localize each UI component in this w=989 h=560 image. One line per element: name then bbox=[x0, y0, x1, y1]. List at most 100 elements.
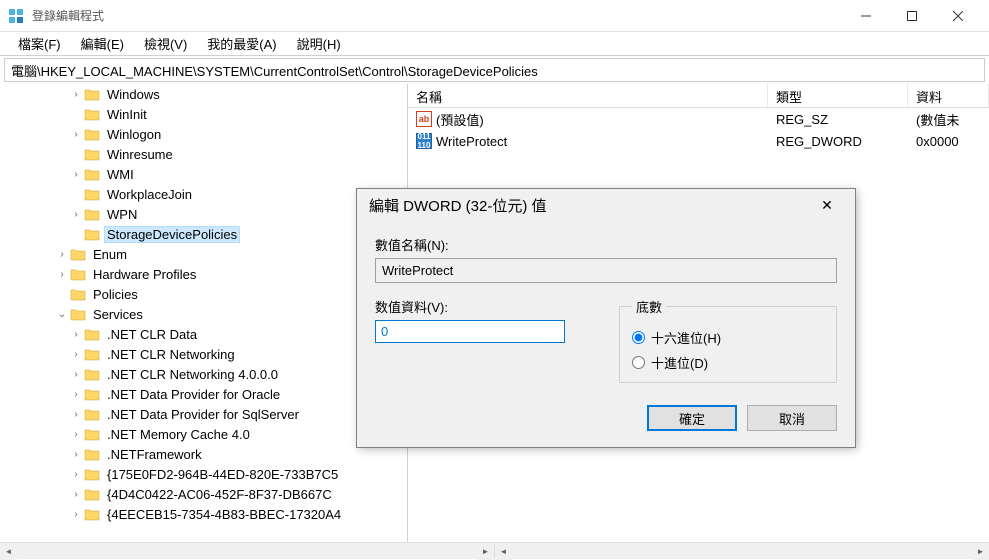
tree-label[interactable]: WPN bbox=[104, 206, 140, 223]
hex-radio-row[interactable]: 十六進位(H) bbox=[632, 328, 824, 347]
tree-label[interactable]: .NET Data Provider for Oracle bbox=[104, 386, 283, 403]
tree-item[interactable]: › .NET CLR Data bbox=[0, 324, 407, 344]
tree-item[interactable]: Policies bbox=[0, 284, 407, 304]
tree-item[interactable]: › {4EECEB15-7354-4B83-BBEC-17320A4 bbox=[0, 504, 407, 524]
tree-item[interactable]: ⌄ Services bbox=[0, 304, 407, 324]
tree-label[interactable]: Winresume bbox=[104, 146, 176, 163]
tree-label[interactable]: .NET Memory Cache 4.0 bbox=[104, 426, 253, 443]
tree-item[interactable]: › .NET CLR Networking 4.0.0.0 bbox=[0, 364, 407, 384]
tree-label[interactable]: WMI bbox=[104, 166, 137, 183]
tree-item[interactable]: › {175E0FD2-964B-44ED-820E-733B7C5 bbox=[0, 464, 407, 484]
col-name[interactable]: 名稱 bbox=[408, 84, 768, 107]
tree-label[interactable]: Winlogon bbox=[104, 126, 164, 143]
tree-toggle-icon[interactable]: › bbox=[70, 368, 82, 380]
tree-toggle-icon[interactable]: › bbox=[70, 128, 82, 140]
menu-file[interactable]: 檔案(F) bbox=[8, 32, 71, 55]
tree-toggle-icon[interactable] bbox=[70, 228, 82, 240]
value-name-label: 數值名稱(N): bbox=[375, 235, 837, 254]
tree-label[interactable]: {4EECEB15-7354-4B83-BBEC-17320A4 bbox=[104, 506, 344, 523]
dec-radio[interactable] bbox=[632, 356, 645, 369]
tree-label[interactable]: Windows bbox=[104, 86, 163, 103]
col-data[interactable]: 資料 bbox=[908, 84, 989, 107]
tree-toggle-icon[interactable]: › bbox=[70, 208, 82, 220]
tree-toggle-icon[interactable]: › bbox=[70, 408, 82, 420]
tree-label[interactable]: Enum bbox=[90, 246, 130, 263]
tree-item[interactable]: › .NETFramework bbox=[0, 444, 407, 464]
tree-toggle-icon[interactable]: › bbox=[70, 428, 82, 440]
dword-value-icon: 011110 bbox=[416, 133, 432, 149]
tree-label[interactable]: .NET Data Provider for SqlServer bbox=[104, 406, 302, 423]
menu-edit[interactable]: 編輯(E) bbox=[71, 32, 134, 55]
tree-toggle-icon[interactable]: ⌄ bbox=[56, 308, 68, 320]
list-row[interactable]: 011110WriteProtectREG_DWORD0x0000 bbox=[408, 130, 989, 152]
value-data: 0x0000 bbox=[908, 132, 967, 151]
titlebar: 登錄編輯程式 bbox=[0, 0, 989, 32]
tree-label[interactable]: .NETFramework bbox=[104, 446, 205, 463]
tree-item[interactable]: WorkplaceJoin bbox=[0, 184, 407, 204]
tree-toggle-icon[interactable]: › bbox=[70, 88, 82, 100]
col-type[interactable]: 類型 bbox=[768, 84, 908, 107]
tree-item[interactable]: Winresume bbox=[0, 144, 407, 164]
list-row[interactable]: ab(預設值)REG_SZ(數值未 bbox=[408, 108, 989, 130]
tree-item[interactable]: › .NET Data Provider for Oracle bbox=[0, 384, 407, 404]
tree-label[interactable]: .NET CLR Data bbox=[104, 326, 200, 343]
tree-item[interactable]: › WPN bbox=[0, 204, 407, 224]
tree-toggle-icon[interactable]: › bbox=[70, 328, 82, 340]
tree-toggle-icon[interactable] bbox=[56, 288, 68, 300]
dialog-close-button[interactable]: ✕ bbox=[811, 197, 843, 214]
ok-button[interactable]: 確定 bbox=[647, 405, 737, 431]
value-name: (預設值) bbox=[436, 110, 484, 129]
tree-item[interactable]: › Winlogon bbox=[0, 124, 407, 144]
tree-item[interactable]: WinInit bbox=[0, 104, 407, 124]
tree-label[interactable]: Services bbox=[90, 306, 146, 323]
tree-label[interactable]: Policies bbox=[90, 286, 141, 303]
tree-label[interactable]: WorkplaceJoin bbox=[104, 186, 195, 203]
tree-label[interactable]: Hardware Profiles bbox=[90, 266, 199, 283]
tree-label[interactable]: {4D4C0422-AC06-452F-8F37-DB667C bbox=[104, 486, 335, 503]
cancel-button[interactable]: 取消 bbox=[747, 405, 837, 431]
tree-item[interactable]: › .NET Data Provider for SqlServer bbox=[0, 404, 407, 424]
tree-item[interactable]: › .NET Memory Cache 4.0 bbox=[0, 424, 407, 444]
horizontal-scrollbar[interactable]: ◄► ◄► bbox=[0, 542, 989, 559]
tree-item[interactable]: StorageDevicePolicies bbox=[0, 224, 407, 244]
maximize-button[interactable] bbox=[889, 1, 935, 31]
hex-radio[interactable] bbox=[632, 331, 645, 344]
tree-label[interactable]: .NET CLR Networking bbox=[104, 346, 238, 363]
value-data-input[interactable] bbox=[375, 320, 565, 343]
dec-radio-row[interactable]: 十進位(D) bbox=[632, 353, 824, 372]
menu-help[interactable]: 說明(H) bbox=[287, 32, 351, 55]
tree-toggle-icon[interactable]: › bbox=[56, 248, 68, 260]
tree-item[interactable]: › Enum bbox=[0, 244, 407, 264]
tree-toggle-icon[interactable]: › bbox=[70, 468, 82, 480]
tree-item[interactable]: › Windows bbox=[0, 84, 407, 104]
tree-toggle-icon[interactable] bbox=[70, 108, 82, 120]
string-value-icon: ab bbox=[416, 111, 432, 127]
tree-toggle-icon[interactable]: › bbox=[70, 448, 82, 460]
tree-item[interactable]: › WMI bbox=[0, 164, 407, 184]
tree-toggle-icon[interactable]: › bbox=[70, 488, 82, 500]
tree-label[interactable]: WinInit bbox=[104, 106, 150, 123]
tree-label[interactable]: {175E0FD2-964B-44ED-820E-733B7C5 bbox=[104, 466, 341, 483]
tree-item[interactable]: › {4D4C0422-AC06-452F-8F37-DB667C bbox=[0, 484, 407, 504]
menu-view[interactable]: 檢視(V) bbox=[134, 32, 197, 55]
value-name: WriteProtect bbox=[436, 134, 507, 149]
value-name-field: WriteProtect bbox=[375, 258, 837, 283]
tree-toggle-icon[interactable]: › bbox=[70, 348, 82, 360]
tree-toggle-icon[interactable]: › bbox=[70, 168, 82, 180]
dialog-title: 編輯 DWORD (32-位元) 值 bbox=[369, 195, 547, 216]
close-button[interactable] bbox=[935, 1, 981, 31]
tree-toggle-icon[interactable]: › bbox=[70, 388, 82, 400]
tree-label[interactable]: StorageDevicePolicies bbox=[104, 226, 240, 243]
minimize-button[interactable] bbox=[843, 1, 889, 31]
tree-panel: › Windows WinInit › Winlogon Winresume › WMI Wor… bbox=[0, 84, 408, 542]
tree-toggle-icon[interactable] bbox=[70, 188, 82, 200]
edit-dword-dialog: 編輯 DWORD (32-位元) 值 ✕ 數值名稱(N): WriteProte… bbox=[356, 188, 856, 448]
tree-item[interactable]: › Hardware Profiles bbox=[0, 264, 407, 284]
tree-item[interactable]: › .NET CLR Networking bbox=[0, 344, 407, 364]
tree-label[interactable]: .NET CLR Networking 4.0.0.0 bbox=[104, 366, 281, 383]
tree-toggle-icon[interactable]: › bbox=[70, 508, 82, 520]
tree-toggle-icon[interactable]: › bbox=[56, 268, 68, 280]
address-bar[interactable]: 電腦\HKEY_LOCAL_MACHINE\SYSTEM\CurrentCont… bbox=[4, 58, 985, 82]
menu-favorites[interactable]: 我的最愛(A) bbox=[197, 32, 286, 55]
tree-toggle-icon[interactable] bbox=[70, 148, 82, 160]
